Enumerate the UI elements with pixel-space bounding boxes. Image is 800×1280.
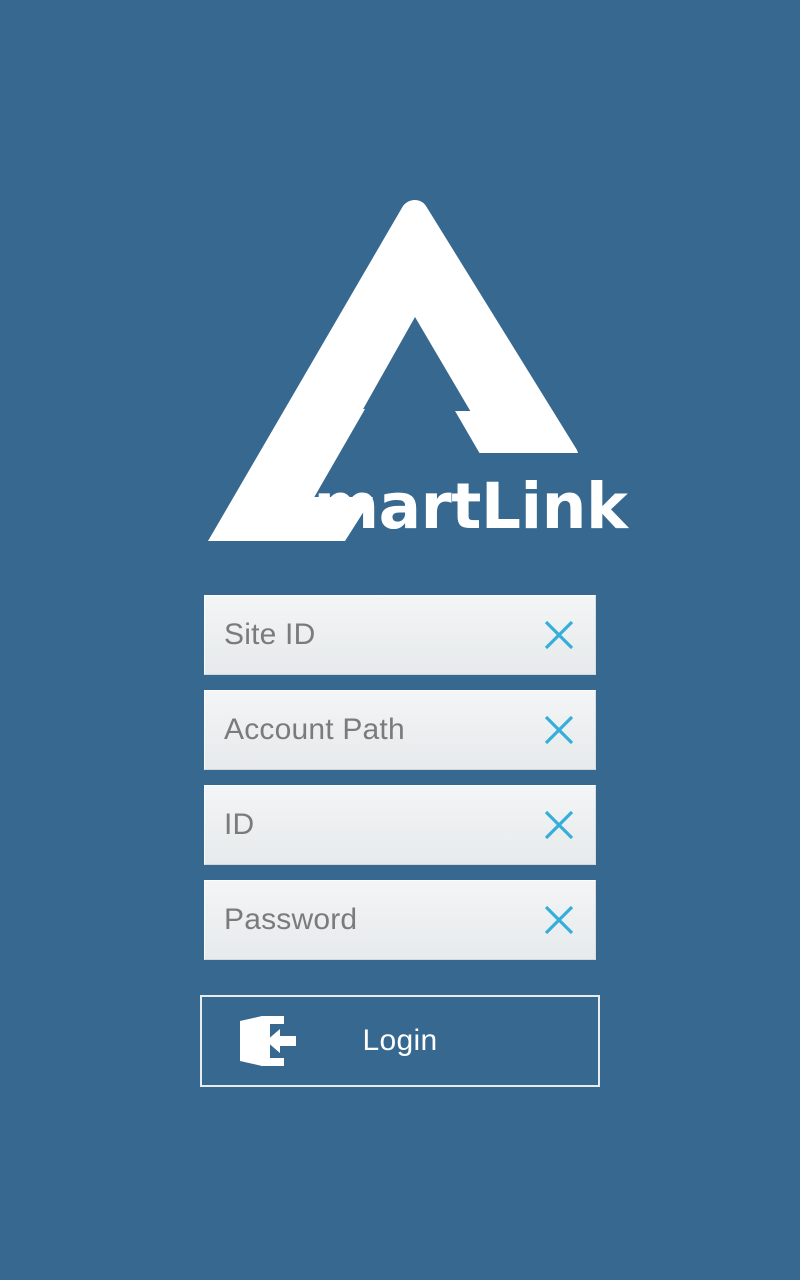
field-site-id[interactable]: Site ID (204, 595, 596, 675)
password-input[interactable] (224, 881, 524, 959)
door-exit-enter-icon (236, 1012, 298, 1070)
id-input[interactable] (224, 786, 524, 864)
field-id[interactable]: ID (204, 785, 596, 865)
login-screen: SmartLink Site ID Account Path ID Passwo… (0, 0, 800, 1280)
account-path-input[interactable] (224, 691, 524, 769)
close-x-icon[interactable] (543, 714, 575, 746)
app-wordmark: SmartLink (268, 470, 628, 543)
brand-block: SmartLink (0, 200, 800, 545)
field-account-path[interactable]: Account Path (204, 690, 596, 770)
login-button[interactable]: Login (200, 995, 600, 1087)
field-password[interactable]: Password (204, 880, 596, 960)
site-id-input[interactable] (224, 596, 524, 674)
close-x-icon[interactable] (543, 809, 575, 841)
close-x-icon[interactable] (543, 904, 575, 936)
close-x-icon[interactable] (543, 619, 575, 651)
login-form: Site ID Account Path ID Password (204, 595, 596, 975)
